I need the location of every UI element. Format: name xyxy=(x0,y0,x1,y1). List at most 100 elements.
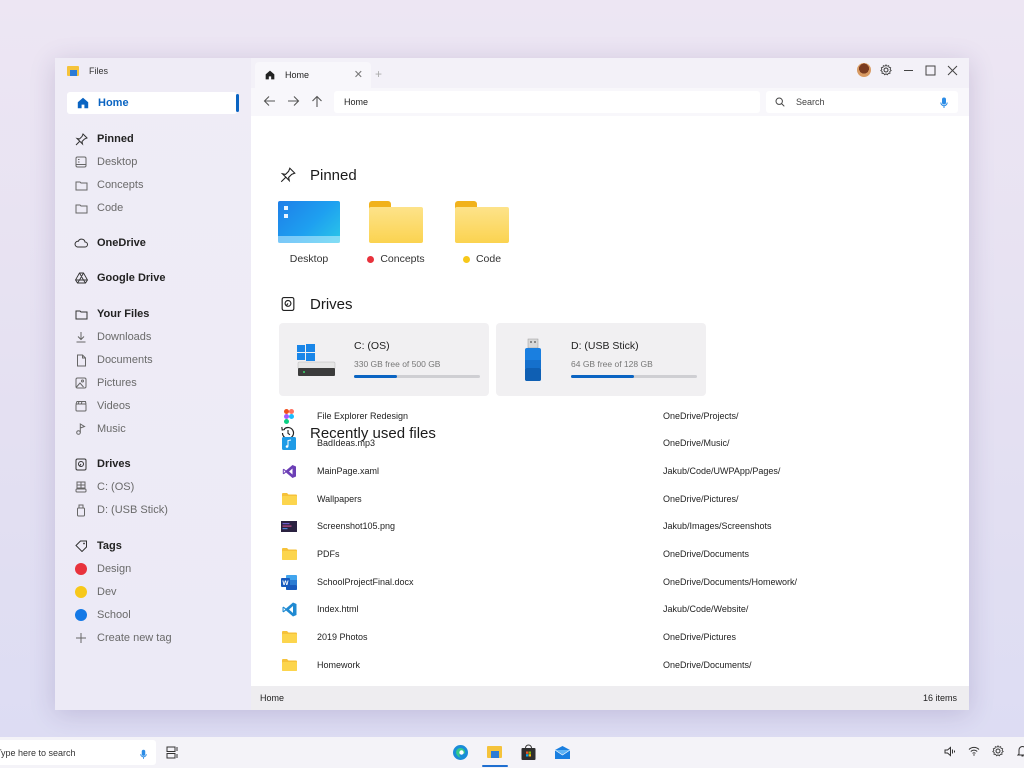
back-button[interactable] xyxy=(261,93,277,109)
sidebar-item-downloads[interactable]: Downloads xyxy=(74,328,234,346)
recent-file-row[interactable]: File Explorer Redesign OneDrive/Projects/ xyxy=(281,406,941,426)
drive-card-c[interactable]: C: (OS) 330 GB free of 500 GB xyxy=(279,323,489,396)
taskbar-search-input[interactable] xyxy=(0,747,116,758)
sidebar-item-tag-school[interactable]: School xyxy=(74,606,234,624)
close-tab-icon[interactable]: ✕ xyxy=(354,68,363,81)
recent-file-row[interactable]: Wallpapers OneDrive/Pictures/ xyxy=(281,489,941,509)
create-new-tag-button[interactable]: Create new tag xyxy=(74,629,234,647)
word-icon: W xyxy=(281,574,297,590)
recent-file-row[interactable]: Homework OneDrive/Documents/ xyxy=(281,655,941,675)
search-box[interactable] xyxy=(766,91,958,113)
sidebar-item-pictures[interactable]: Pictures xyxy=(74,374,234,392)
task-view-icon[interactable] xyxy=(166,746,180,760)
sidebar-item-label: Code xyxy=(97,202,124,214)
vscode-icon xyxy=(281,601,297,617)
sidebar-item-tag-dev[interactable]: Dev xyxy=(74,583,234,601)
recent-file-row[interactable]: PDFs OneDrive/Documents xyxy=(281,544,941,564)
minimize-button[interactable] xyxy=(901,63,915,77)
navigation-toolbar: Home xyxy=(251,88,969,116)
maximize-button[interactable] xyxy=(923,63,937,77)
section-title-text: Drives xyxy=(310,295,353,313)
recent-file-row[interactable]: MainPage.xaml Jakub/Code/UWPApp/Pages/ xyxy=(281,461,941,481)
pinned-item-desktop[interactable]: Desktop xyxy=(271,201,347,265)
sidebar-item-google-drive[interactable]: Google Drive xyxy=(74,269,234,287)
windows-drive-icon xyxy=(297,344,336,376)
up-button[interactable] xyxy=(309,93,325,109)
files-taskbar-icon[interactable] xyxy=(482,740,508,767)
home-icon xyxy=(76,96,90,110)
sidebar-item-pinned[interactable]: Pinned xyxy=(74,130,234,148)
sidebar-item-label: Drives xyxy=(97,458,131,470)
sidebar-item-videos[interactable]: Videos xyxy=(74,397,234,415)
recent-file-path: OneDrive/Documents/ xyxy=(663,660,752,670)
microphone-icon[interactable] xyxy=(940,96,948,108)
recent-file-name: BadIdeas.mp3 xyxy=(317,438,376,448)
sidebar-item-label: School xyxy=(97,609,131,621)
tab-home[interactable]: Home ✕ xyxy=(255,62,371,88)
sidebar-item-music[interactable]: Music xyxy=(74,420,234,438)
drive-card-d[interactable]: D: (USB Stick) 64 GB free of 128 GB xyxy=(496,323,706,396)
sidebar-item-your-files[interactable]: Your Files xyxy=(74,305,234,323)
recent-file-name: Index.html xyxy=(317,604,359,614)
notification-bell-icon[interactable] xyxy=(1016,745,1024,757)
close-window-button[interactable] xyxy=(945,63,959,77)
forward-button[interactable] xyxy=(285,93,301,109)
folder-icon xyxy=(369,201,423,243)
settings-icon[interactable] xyxy=(992,745,1004,757)
sidebar-item-label: Home xyxy=(98,97,129,109)
address-bar[interactable]: Home xyxy=(334,91,760,113)
store-taskbar-icon[interactable] xyxy=(516,740,540,765)
sidebar-item-label: Your Files xyxy=(97,308,150,320)
sidebar-item-tag-design[interactable]: Design xyxy=(74,560,234,578)
pinned-item-code[interactable]: Code xyxy=(444,201,520,265)
sidebar-item-desktop[interactable]: Desktop xyxy=(74,153,234,171)
main-content: Home Pinned Desktop Concept xyxy=(251,88,969,710)
sidebar-item-code[interactable]: Code xyxy=(74,199,234,217)
drive-name: C: (OS) xyxy=(354,340,390,352)
sidebar-item-documents[interactable]: Documents xyxy=(74,351,234,369)
desktop-thumbnail xyxy=(278,201,340,243)
folder-icon xyxy=(74,201,88,215)
recent-file-row[interactable]: BadIdeas.mp3 OneDrive/Music/ xyxy=(281,433,941,453)
microphone-icon[interactable] xyxy=(140,747,147,759)
sidebar-item-label: D: (USB Stick) xyxy=(97,504,168,516)
sidebar-item-home[interactable]: Home xyxy=(67,92,239,114)
desktop-icon xyxy=(74,155,88,169)
edge-taskbar-icon[interactable] xyxy=(448,740,472,765)
sidebar-item-concepts[interactable]: Concepts xyxy=(74,176,234,194)
new-tab-button[interactable]: + xyxy=(375,67,382,81)
pinned-item-concepts[interactable]: Concepts xyxy=(358,201,434,265)
sidebar-item-drives[interactable]: Drives xyxy=(74,455,234,473)
volume-icon[interactable] xyxy=(944,745,956,757)
recent-file-row[interactable]: Screenshot105.png Jakub/Images/Screenshot… xyxy=(281,516,941,536)
recent-file-name: Homework xyxy=(317,660,361,670)
sidebar-item-onedrive[interactable]: OneDrive xyxy=(74,234,234,252)
drive-icon xyxy=(279,295,297,313)
recent-file-name: PDFs xyxy=(317,549,340,559)
recent-file-row[interactable]: W SchoolProjectFinal.docx OneDrive/Documen… xyxy=(281,572,941,592)
search-input[interactable] xyxy=(796,97,936,107)
sidebar-item-label: Create new tag xyxy=(97,632,172,644)
taskbar-search-box[interactable] xyxy=(0,740,156,765)
settings-gear-icon[interactable] xyxy=(879,63,893,77)
sidebar-item-tags[interactable]: Tags xyxy=(74,537,234,555)
mail-taskbar-icon[interactable] xyxy=(550,740,574,765)
picture-icon xyxy=(74,376,88,390)
recent-file-row[interactable]: 2019 Photos OneDrive/Pictures xyxy=(281,627,941,647)
sidebar: Files Home Pinned Desktop Concepts Code … xyxy=(55,58,251,710)
drive-usage-fill xyxy=(571,375,634,378)
recent-file-row[interactable]: Index.html Jakub/Code/Website/ xyxy=(281,599,941,619)
user-avatar[interactable] xyxy=(857,63,871,77)
sidebar-item-c-drive[interactable]: C: (OS) xyxy=(74,478,234,496)
recent-file-path: OneDrive/Pictures xyxy=(663,632,737,642)
hard-drive-icon xyxy=(74,480,88,494)
plus-icon xyxy=(74,631,88,645)
pinned-section-title: Pinned xyxy=(279,166,357,184)
recent-file-path: OneDrive/Documents/Homework/ xyxy=(663,577,798,587)
wifi-icon[interactable] xyxy=(968,745,980,757)
cloud-icon xyxy=(74,236,88,250)
folder-icon xyxy=(74,307,88,321)
search-icon xyxy=(774,96,786,108)
sidebar-item-d-drive[interactable]: D: (USB Stick) xyxy=(74,501,234,519)
tag-color-dot xyxy=(75,609,87,621)
